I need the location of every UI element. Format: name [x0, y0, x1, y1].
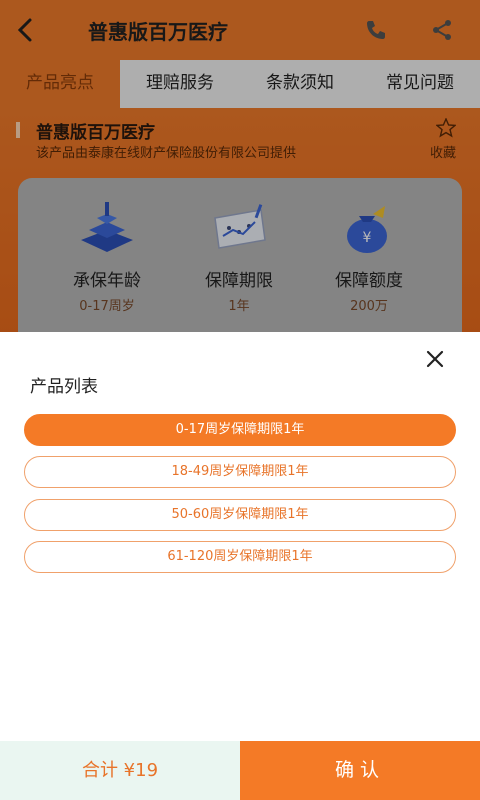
option-50-60[interactable]: 50-60周岁保障期限1年 [24, 499, 456, 531]
option-61-120[interactable]: 61-120周岁保障期限1年 [24, 541, 456, 573]
confirm-button[interactable]: 确认 [240, 741, 480, 800]
sheet-title: 产品列表 [30, 377, 98, 397]
close-icon[interactable] [424, 348, 446, 370]
total-price: 合计 ¥19 [0, 741, 240, 800]
option-0-17[interactable]: 0-17周岁保障期限1年 [24, 414, 456, 446]
option-18-49[interactable]: 18-49周岁保障期限1年 [24, 456, 456, 488]
bottom-bar: 合计 ¥19 确认 [0, 741, 480, 800]
